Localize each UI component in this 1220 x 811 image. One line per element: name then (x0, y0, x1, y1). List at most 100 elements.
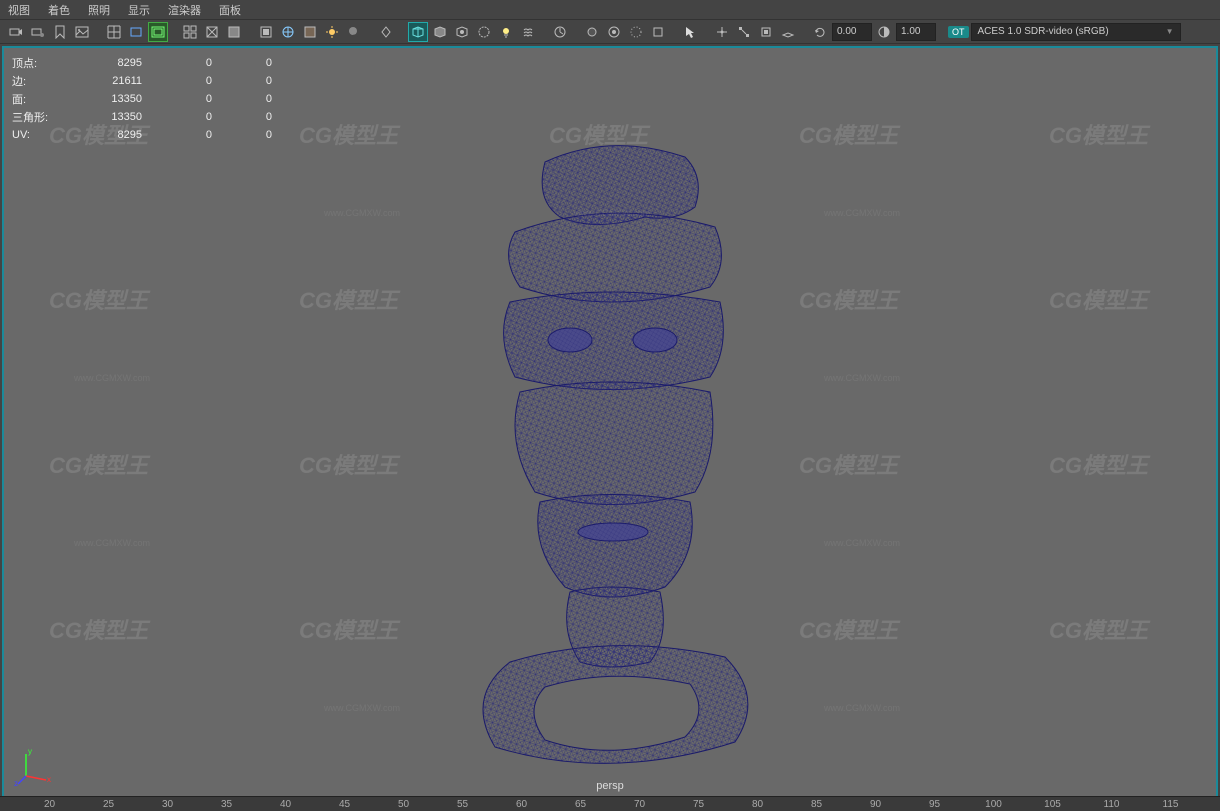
wireframe-icon[interactable] (202, 22, 222, 42)
msaa-icon[interactable] (604, 22, 624, 42)
exposure-icon[interactable] (474, 22, 494, 42)
watermark: CG模型王 (299, 613, 398, 645)
menu-renderer[interactable]: 渲染器 (168, 2, 201, 18)
watermark-url: www.CGMXW.com (824, 373, 900, 383)
watermark: CG模型王 (49, 448, 148, 480)
xray-active-icon[interactable] (452, 22, 472, 42)
watermark: CG模型王 (49, 283, 148, 315)
ruler-tick: 95 (905, 799, 964, 810)
watermark: CG模型王 (1049, 613, 1148, 645)
menu-shading[interactable]: 着色 (48, 2, 70, 18)
watermark-url: www.CGMXW.com (74, 373, 150, 383)
watermark: CG模型王 (299, 118, 398, 150)
hud-row-verts: 顶点: 8295 0 0 (12, 54, 272, 72)
ruler-tick: 20 (20, 799, 79, 810)
viewport-toolbar: 0.00 1.00 OT ACES 1.0 SDR-video (sRGB) ▼ (0, 20, 1220, 44)
ruler-tick: 115 (1141, 799, 1200, 810)
aa-icon[interactable] (648, 22, 668, 42)
ruler-tick: 75 (669, 799, 728, 810)
watermark-url: www.CGMXW.com (74, 538, 150, 548)
colorspace-dropdown[interactable]: ACES 1.0 SDR-video (sRGB) ▼ (971, 23, 1181, 41)
ruler-tick: 35 (197, 799, 256, 810)
ruler-tick: 50 (374, 799, 433, 810)
watermark-url: www.CGMXW.com (824, 703, 900, 713)
motion-blur-icon[interactable] (550, 22, 570, 42)
ruler-tick: 25 (79, 799, 138, 810)
exposure-field[interactable]: 0.00 (832, 23, 872, 41)
hud-row-tris: 三角形: 13350 0 0 (12, 108, 272, 126)
ssao-icon[interactable] (582, 22, 602, 42)
watermark: CG模型王 (1049, 448, 1148, 480)
grid-toggle-icon[interactable] (104, 22, 124, 42)
ruler-tick: 85 (787, 799, 846, 810)
snap-point-icon[interactable] (756, 22, 776, 42)
ruler-tick: 80 (728, 799, 787, 810)
ruler-tick: 90 (846, 799, 905, 810)
wireframe-model (395, 122, 825, 782)
camera-lock-icon[interactable] (28, 22, 48, 42)
camera-select-icon[interactable] (6, 22, 26, 42)
watermark-url: www.CGMXW.com (324, 703, 400, 713)
snap-plane-icon[interactable] (778, 22, 798, 42)
watermark-url: www.CGMXW.com (324, 208, 400, 218)
view-axis-gizmo[interactable]: y x z (14, 746, 54, 786)
watermark: CG模型王 (1049, 118, 1148, 150)
menu-view[interactable]: 视图 (8, 2, 30, 18)
ruler-tick: 70 (610, 799, 669, 810)
xray-icon[interactable] (408, 22, 428, 42)
dof-icon[interactable] (626, 22, 646, 42)
use-all-lights-icon[interactable] (322, 22, 342, 42)
ruler-tick: 30 (138, 799, 197, 810)
ruler-tick: 55 (433, 799, 492, 810)
ruler-tick: 45 (315, 799, 374, 810)
select-mode-icon[interactable] (180, 22, 200, 42)
menu-panel[interactable]: 面板 (219, 2, 241, 18)
snap-grid-icon[interactable] (712, 22, 732, 42)
resolution-gate-icon[interactable] (148, 22, 168, 42)
watermark: CG模型王 (49, 613, 148, 645)
hud-row-edges: 边: 21611 0 0 (12, 72, 272, 90)
watermark-url: www.CGMXW.com (824, 538, 900, 548)
isolate-select-icon[interactable] (376, 22, 396, 42)
refresh-icon[interactable] (810, 22, 830, 42)
bookmark-icon[interactable] (50, 22, 70, 42)
watermark: CG模型王 (1049, 283, 1148, 315)
textured-icon[interactable] (300, 22, 320, 42)
watermark-url: www.CGMXW.com (824, 208, 900, 218)
gamma-icon[interactable] (874, 22, 894, 42)
wireframe-on-shaded-icon[interactable] (278, 22, 298, 42)
gamma-field[interactable]: 1.00 (896, 23, 936, 41)
colorspace-label: ACES 1.0 SDR-video (sRGB) (978, 26, 1109, 37)
svg-text:y: y (28, 747, 32, 756)
shadows-icon[interactable] (344, 22, 364, 42)
menu-display[interactable]: 显示 (128, 2, 150, 18)
ruler-tick: 110 (1082, 799, 1141, 810)
camera-name-label: persp (596, 780, 624, 792)
light-icon[interactable] (496, 22, 516, 42)
ruler-tick: 65 (551, 799, 610, 810)
viewport-3d[interactable]: 顶点: 8295 0 0 边: 21611 0 0 面: 13350 0 0 三… (4, 48, 1216, 796)
svg-text:x: x (47, 775, 51, 784)
shaded-icon[interactable] (224, 22, 244, 42)
svg-text:z: z (14, 779, 18, 786)
ruler-tick: 60 (492, 799, 551, 810)
menu-lighting[interactable]: 照明 (88, 2, 110, 18)
hud-poly-stats: 顶点: 8295 0 0 边: 21611 0 0 面: 13350 0 0 三… (12, 54, 272, 144)
viewport-panel: 顶点: 8295 0 0 边: 21611 0 0 面: 13350 0 0 三… (2, 46, 1218, 798)
ruler-tick: 40 (256, 799, 315, 810)
hud-row-faces: 面: 13350 0 0 (12, 90, 272, 108)
smooth-shade-icon[interactable] (256, 22, 276, 42)
image-plane-icon[interactable] (72, 22, 92, 42)
time-slider-ruler[interactable]: 20 25 30 35 40 45 50 55 60 65 70 75 80 8… (0, 796, 1220, 811)
fog-icon[interactable] (518, 22, 538, 42)
ruler-tick: 100 (964, 799, 1023, 810)
chevron-down-icon: ▼ (1166, 27, 1174, 36)
watermark: CG模型王 (299, 283, 398, 315)
snap-curve-icon[interactable] (734, 22, 754, 42)
film-gate-icon[interactable] (126, 22, 146, 42)
hud-row-uvs: UV: 8295 0 0 (12, 126, 272, 144)
xray-joints-icon[interactable] (430, 22, 450, 42)
ruler-tick: 105 (1023, 799, 1082, 810)
ot-badge[interactable]: OT (948, 26, 969, 38)
cursor-arrow-icon[interactable] (680, 22, 700, 42)
